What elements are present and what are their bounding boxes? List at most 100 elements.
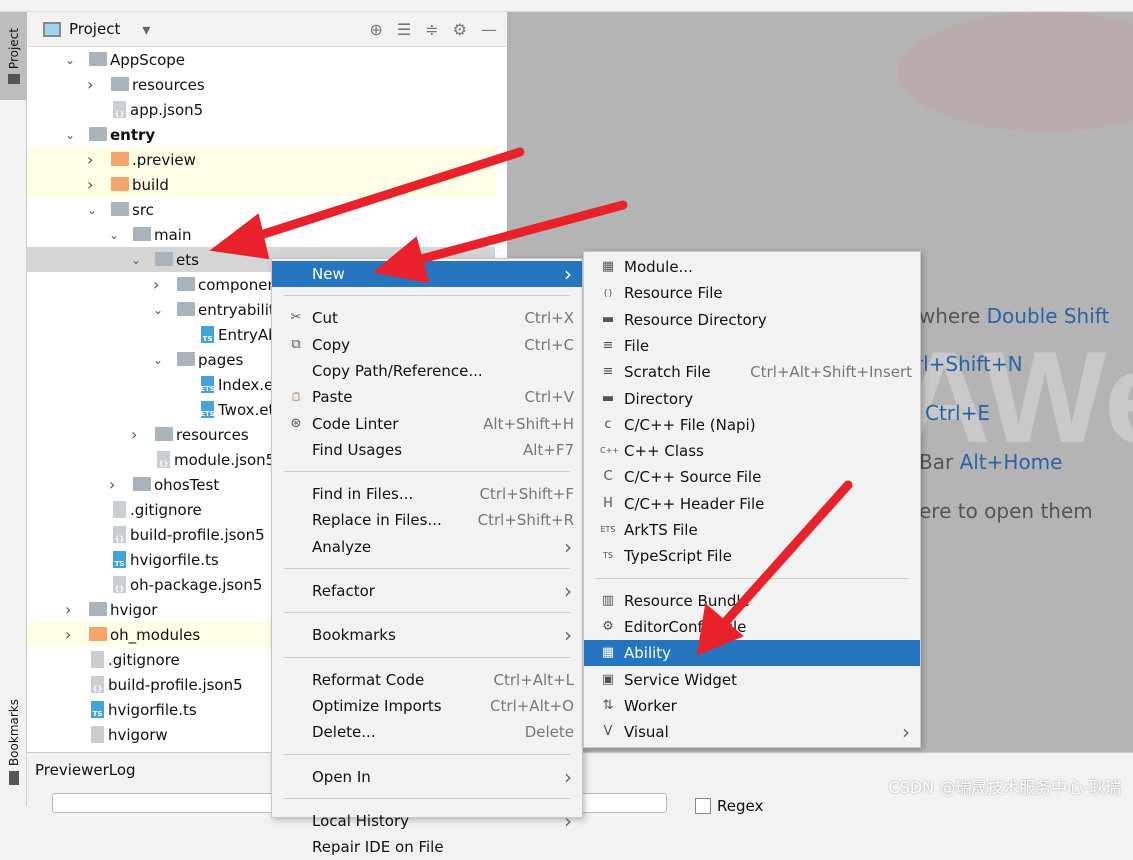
shortcut-label: Ctrl+Shift+F (479, 485, 574, 504)
menu-item-label: Refactor (312, 582, 375, 600)
menu-item-icon: ETS (600, 525, 616, 534)
menu-item-worker[interactable]: ⇅ Worker (584, 693, 920, 719)
tree-item-label: hvigorw (108, 725, 168, 744)
tree-item-label: main (154, 225, 192, 244)
menu-item-code-linter[interactable]: ⊛ Code Linter Alt+Shift+H (272, 411, 582, 437)
folder-icon (89, 127, 107, 141)
minimize-icon[interactable]: — (481, 20, 497, 39)
menu-item-file[interactable]: ≡ File (584, 333, 920, 359)
menu-item-icon: ⚙ (602, 618, 614, 634)
menu-item-copy[interactable]: ⧉ Copy Ctrl+C (272, 332, 582, 358)
menu-item-resource-bundle[interactable]: ▥ Resource Bundle (584, 588, 920, 614)
menu-item-label: Optimize Imports (312, 696, 442, 715)
menu-item-bookmarks[interactable]: Bookmarks › (272, 622, 582, 648)
menu-item-open-in[interactable]: Open In › (272, 764, 582, 790)
menu-item-label: Find Usages (312, 440, 403, 459)
tree-item[interactable]: ⌄ AppScope (27, 47, 495, 72)
bookmarks-tab-label: Bookmarks (6, 699, 21, 767)
menu-item-icon: H (603, 495, 613, 511)
menu-item-refactor[interactable]: Refactor › (272, 578, 582, 604)
menu-item-label: Open In (312, 767, 371, 786)
chevron-right-icon[interactable]: › (65, 625, 77, 644)
checkbox[interactable] (695, 798, 711, 814)
locate-icon[interactable]: ⊕ (370, 20, 383, 39)
menu-item-directory[interactable]: ▬ Directory (584, 386, 920, 412)
tree-item[interactable]: ⌄ main (27, 222, 495, 247)
chevron-right-icon[interactable]: › (87, 75, 99, 94)
menu-item-cut[interactable]: ✂ Cut Ctrl+X (272, 305, 582, 331)
menu-item-analyze[interactable]: Analyze › (272, 534, 582, 560)
chevron-right-icon[interactable]: › (65, 600, 77, 619)
breadcrumb-bar (0, 0, 1133, 12)
tree-item[interactable]: ⌄ src (27, 197, 495, 222)
project-view-selector[interactable]: Project (69, 20, 120, 38)
menu-item-icon: ✂ (290, 310, 302, 326)
chevron-down-icon[interactable]: ⌄ (87, 203, 99, 217)
menu-item-arkts-file[interactable]: ETS ArkTS File (584, 517, 920, 543)
menu-item-editorconfig-file[interactable]: ⚙ EditorConfig File (584, 614, 920, 640)
project-tool-tab[interactable]: Project (0, 12, 27, 100)
tree-item[interactable]: › resources (27, 72, 495, 97)
menu-item-reformat-code[interactable]: Reformat Code Ctrl+Alt+L (272, 667, 582, 693)
menu-item-new[interactable]: New › (272, 261, 582, 287)
menu-item-c-c-header-file[interactable]: H C/C++ Header File (584, 491, 920, 517)
tree-item[interactable]: ⌄ entry (27, 122, 495, 147)
chevron-down-icon[interactable]: ▾ (142, 20, 150, 39)
chevron-right-icon[interactable]: › (109, 475, 121, 494)
collapse-all-icon[interactable]: ≑ (425, 20, 438, 39)
menu-item-find-in-files[interactable]: Find in Files... Ctrl+Shift+F (272, 481, 582, 507)
chevron-down-icon[interactable]: ⌄ (153, 353, 165, 367)
menu-item-visual[interactable]: V Visual › (584, 719, 920, 745)
menu-item-delete[interactable]: Delete... Delete (272, 719, 582, 745)
menu-item-c-c-file-napi[interactable]: c C/C++ File (Napi) (584, 412, 920, 438)
chevron-right-icon[interactable]: › (153, 275, 165, 294)
menu-item-find-usages[interactable]: Find Usages Alt+F7 (272, 437, 582, 463)
menu-item-label: ArkTS File (624, 521, 698, 539)
bookmarks-tool-tab[interactable]: Bookmarks (0, 692, 27, 792)
chevron-down-icon[interactable]: ⌄ (65, 128, 77, 142)
tree-item-label: componen (198, 275, 277, 294)
chevron-right-icon[interactable]: › (87, 150, 99, 169)
regex-checkbox[interactable]: Regex (695, 797, 763, 815)
tree-item[interactable]: › .preview (27, 147, 495, 172)
submenu-arrow-icon: › (564, 808, 572, 833)
chevron-right-icon[interactable]: › (87, 175, 99, 194)
shortcut-label: Alt+Shift+H (483, 414, 574, 433)
menu-item-c-c-source-file[interactable]: C C/C++ Source File (584, 464, 920, 490)
menu-item-service-widget[interactable]: ▣ Service Widget (584, 667, 920, 693)
tree-item-label: ohosTest (154, 475, 220, 494)
menu-item-replace-in-files[interactable]: Replace in Files... Ctrl+Shift+R (272, 507, 582, 533)
project-tab-label: Project (6, 28, 21, 70)
folder-icon (133, 227, 151, 241)
expand-all-icon[interactable]: ☰ (397, 20, 411, 39)
chevron-down-icon[interactable]: ⌄ (65, 53, 77, 67)
tree-item-label: src (132, 200, 154, 219)
menu-item-resource-file[interactable]: {} Resource File (584, 280, 920, 306)
menu-item-paste[interactable]: 📋 Paste Ctrl+V (272, 384, 582, 410)
menu-item-label: Worker (624, 696, 677, 715)
tree-item-label: entry (110, 125, 156, 144)
menu-item-module[interactable]: ▦ Module... (584, 254, 920, 280)
file-icon: ETS (200, 376, 215, 393)
chevron-right-icon[interactable]: › (131, 425, 143, 444)
project-panel-header: Project ▾ ⊕ ☰ ≑ ⚙ — (27, 12, 507, 47)
menu-item-copy-path-reference[interactable]: Copy Path/Reference... (272, 358, 582, 384)
tree-item[interactable]: › build (27, 172, 495, 197)
gear-icon[interactable]: ⚙ (453, 20, 467, 39)
menu-item-resource-directory[interactable]: ▬ Resource Directory (584, 307, 920, 333)
menu-item-typescript-file[interactable]: TS TypeScript File (584, 543, 920, 569)
menu-item-optimize-imports[interactable]: Optimize Imports Ctrl+Alt+O (272, 693, 582, 719)
previewer-log-title[interactable]: PreviewerLog (35, 761, 136, 779)
left-tool-strip: Project Bookmarks (0, 12, 27, 806)
menu-item-c-class[interactable]: C++ C++ Class (584, 438, 920, 464)
tree-item-label: app.json5 (130, 100, 204, 119)
menu-item-local-history[interactable]: Local History › (272, 808, 582, 834)
tree-item[interactable]: {} app.json5 (27, 97, 495, 122)
chevron-down-icon[interactable]: ⌄ (131, 253, 143, 267)
menu-item-label: Find in Files... (312, 485, 414, 504)
chevron-down-icon[interactable]: ⌄ (109, 228, 121, 242)
menu-item-repair-ide-on-file[interactable]: Repair IDE on File (272, 834, 582, 860)
menu-item-ability[interactable]: ▦ Ability (584, 640, 920, 667)
chevron-down-icon[interactable]: ⌄ (153, 303, 165, 317)
menu-item-scratch-file[interactable]: ≡ Scratch File Ctrl+Alt+Shift+Insert (584, 359, 920, 385)
